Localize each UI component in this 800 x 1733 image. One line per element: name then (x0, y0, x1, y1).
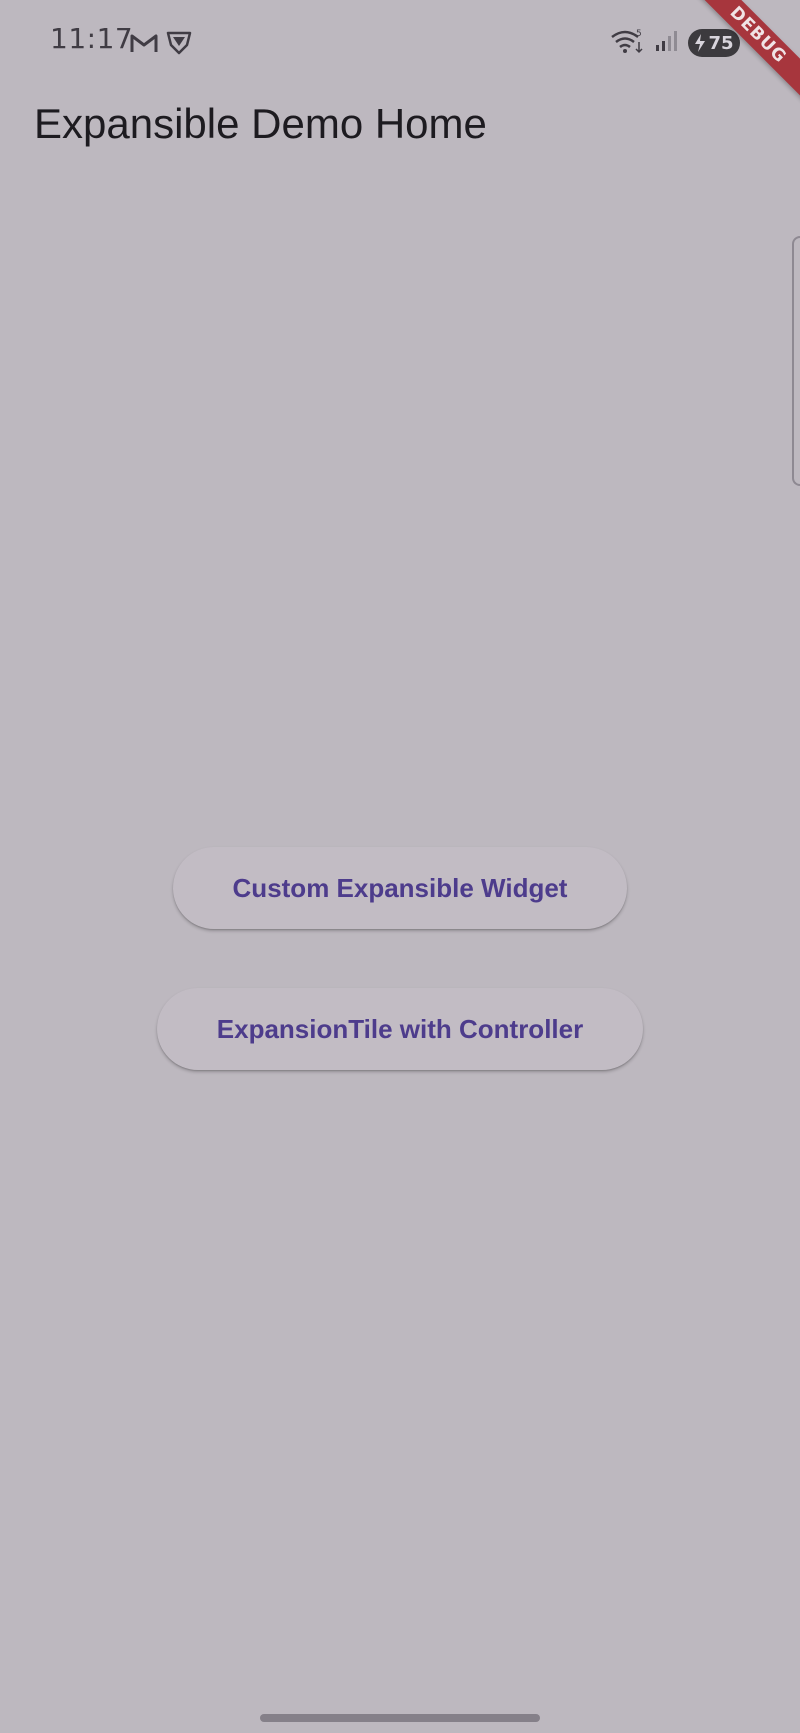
status-right-icons: 5 75 (610, 28, 740, 58)
gmail-icon (130, 32, 158, 58)
expansion-tile-controller-button[interactable]: ExpansionTile with Controller (157, 988, 643, 1070)
custom-expansible-widget-button[interactable]: Custom Expansible Widget (173, 847, 627, 929)
scrollbar[interactable] (792, 236, 800, 486)
signal-icon (654, 29, 678, 57)
battery-icon: 75 (688, 29, 740, 57)
app-screen: 11:17 5 75 DEBUG Expansible Demo Home Cu… (0, 0, 800, 1733)
vpn-shield-icon (166, 30, 192, 60)
svg-text:5: 5 (636, 29, 642, 39)
wifi-icon: 5 (610, 28, 644, 58)
battery-level: 75 (708, 32, 734, 54)
gesture-navigation-bar[interactable] (260, 1714, 540, 1722)
status-left-icons (130, 30, 192, 60)
app-bar: Expansible Demo Home (0, 90, 800, 178)
page-title: Expansible Demo Home (34, 100, 487, 147)
status-time: 11:17 (50, 22, 134, 55)
status-bar: 11:17 5 75 (0, 0, 800, 90)
